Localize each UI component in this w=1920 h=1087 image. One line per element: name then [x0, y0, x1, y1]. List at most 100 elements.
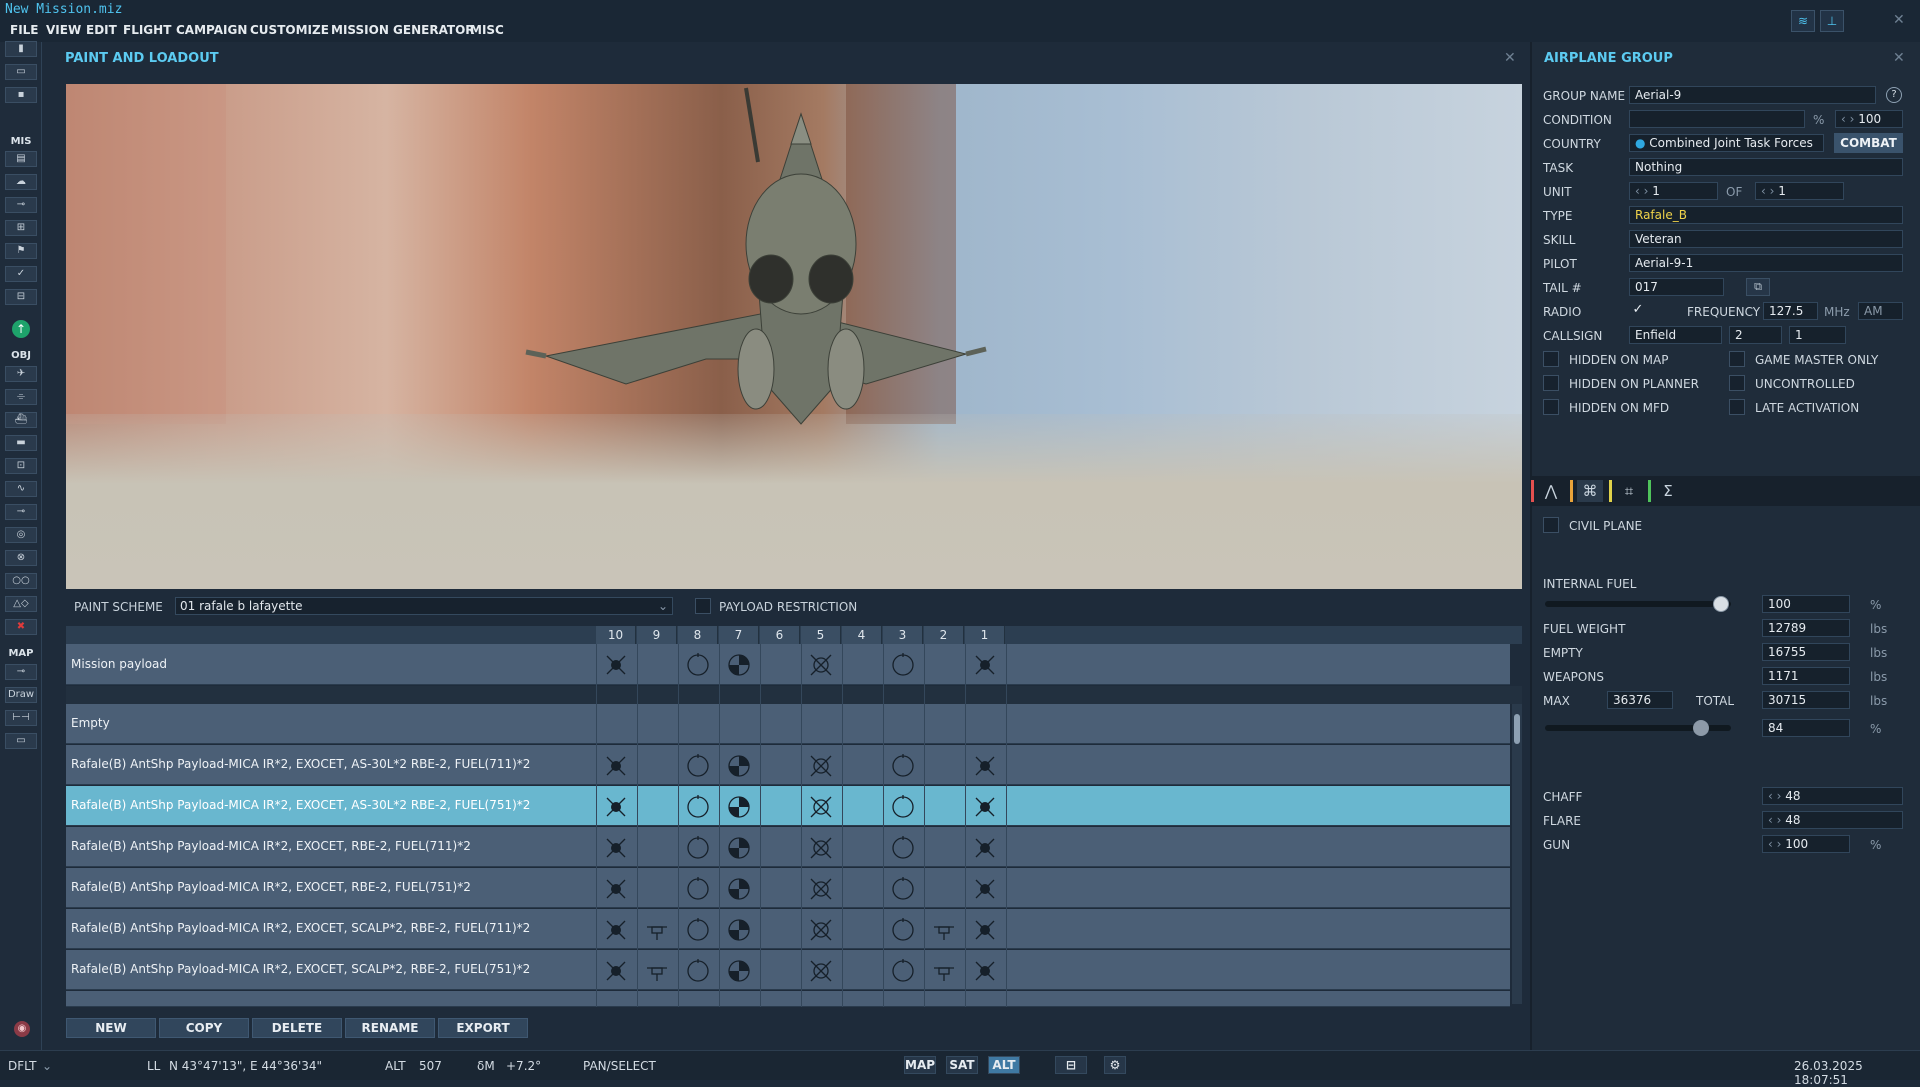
record-icon[interactable]: ◉ — [14, 1021, 30, 1037]
pylon-store-icon[interactable] — [686, 795, 710, 819]
pylon-store-icon[interactable] — [809, 836, 833, 860]
chaff-stepper[interactable]: ‹ › 48 — [1762, 787, 1903, 805]
callsign-number-1[interactable]: 2 — [1729, 326, 1782, 344]
modulation-select[interactable]: AM — [1858, 302, 1903, 320]
pylon-store-icon[interactable] — [973, 795, 997, 819]
condition-stepper[interactable]: ‹ › 100 — [1835, 110, 1903, 128]
copy-button[interactable]: COPY — [159, 1018, 249, 1038]
pylon-store-icon[interactable] — [973, 877, 997, 901]
menu-edit[interactable]: EDIT — [86, 23, 117, 37]
loadout-row[interactable]: Empty — [66, 704, 1510, 744]
wifi-icon[interactable]: ≋ — [1791, 10, 1815, 32]
paint-scheme-select[interactable]: 01 rafale b lafayette ⌄ — [175, 597, 673, 615]
profile-select[interactable]: DFLT — [8, 1059, 37, 1073]
loadout-row[interactable]: Rafale(B) AntShp Payload-MICA IR*2, EXOC… — [66, 950, 1510, 990]
summary-tab-icon[interactable]: Σ — [1655, 480, 1681, 502]
country-select[interactable]: ● Combined Joint Task Forces — [1629, 134, 1824, 152]
alt-button[interactable]: ALT — [988, 1056, 1020, 1074]
pylon-store-icon[interactable] — [604, 959, 628, 983]
pylon-store-icon[interactable] — [973, 653, 997, 677]
flare-stepper[interactable]: ‹ › 48 — [1762, 811, 1903, 829]
internal-fuel-slider[interactable] — [1545, 601, 1731, 607]
loadout-row[interactable]: Rafale(B) AntShp Payload-MICA IR*2, EXOC… — [66, 745, 1510, 785]
type-select[interactable]: Rafale_B — [1629, 206, 1903, 224]
hidden-on-map-checkbox[interactable] — [1543, 351, 1559, 367]
copy-tail-icon[interactable]: ⧉ — [1746, 278, 1770, 296]
uncontrolled-checkbox[interactable] — [1729, 375, 1745, 391]
menu-misc[interactable]: MISC — [470, 23, 504, 37]
pylon-store-icon[interactable] — [645, 918, 669, 942]
fuel-weight-value[interactable]: 12789 — [1762, 619, 1850, 637]
game-master-checkbox[interactable] — [1729, 351, 1745, 367]
internal-fuel-slider-knob[interactable] — [1713, 596, 1729, 612]
resources-icon[interactable]: ⊟ — [5, 289, 37, 305]
pylon-store-icon[interactable] — [604, 877, 628, 901]
loadout-tab-icon[interactable]: ⌘ — [1577, 480, 1603, 502]
pylon-store-icon[interactable] — [686, 754, 710, 778]
shapes-icon[interactable]: △◇ — [5, 596, 37, 612]
payload-restriction-checkbox[interactable] — [695, 598, 711, 614]
delete-icon[interactable]: ✖ — [5, 619, 37, 635]
pylon-store-icon[interactable] — [727, 959, 751, 983]
callsign-select[interactable]: Enfield — [1629, 326, 1722, 344]
civil-plane-checkbox[interactable] — [1543, 517, 1559, 533]
pylon-store-icon[interactable] — [604, 918, 628, 942]
pylon-store-icon[interactable] — [686, 653, 710, 677]
check-icon[interactable]: ✓ — [5, 266, 37, 282]
waypoint-icon[interactable]: ⊸ — [5, 504, 37, 520]
gun-stepper[interactable]: ‹ › 100 — [1762, 835, 1850, 853]
ruler-icon[interactable]: ⊢⊣ — [5, 710, 37, 726]
pylon-store-icon[interactable] — [727, 754, 751, 778]
aircraft-preview[interactable] — [66, 84, 1522, 589]
delete-button[interactable]: DELETE — [252, 1018, 342, 1038]
train-icon[interactable]: ∿ — [5, 481, 37, 497]
route-tab-icon[interactable]: ⋀ — [1538, 480, 1564, 502]
save-icon[interactable]: ▪ — [5, 87, 37, 103]
loadout-scrollbar[interactable] — [1512, 704, 1522, 1004]
pylon-store-icon[interactable] — [727, 795, 751, 819]
loadout-row[interactable]: Rafale(B) AntShp Payload-MICA IR*2, EXOC… — [66, 909, 1510, 949]
combat-button[interactable]: COMBAT — [1834, 133, 1903, 153]
pylon-store-icon[interactable] — [891, 877, 915, 901]
pylon-store-icon[interactable] — [604, 754, 628, 778]
pylon-store-icon[interactable] — [891, 836, 915, 860]
pylon-store-icon[interactable] — [809, 877, 833, 901]
pylon-store-icon[interactable] — [973, 959, 997, 983]
pylon-store-icon[interactable] — [604, 653, 628, 677]
menu-mission-generator[interactable]: MISSION GENERATOR — [331, 23, 475, 37]
loadout-row[interactable]: Rafale(B) AntShp Payload-MICA IR*2, EXOC… — [66, 868, 1510, 908]
condition-input[interactable] — [1629, 110, 1805, 128]
draw-button[interactable]: Draw — [5, 687, 37, 703]
helicopter-icon[interactable]: ⌯ — [5, 389, 37, 405]
pylon-store-icon[interactable] — [932, 918, 956, 942]
target-icon[interactable]: ◎ — [5, 527, 37, 543]
map-button[interactable]: MAP — [904, 1056, 936, 1074]
ship-icon[interactable]: ⛴ — [5, 412, 37, 428]
callsign-number-2[interactable]: 1 — [1789, 326, 1846, 344]
pilot-input[interactable]: Aerial-9-1 — [1629, 254, 1903, 272]
pylon-store-icon[interactable] — [686, 918, 710, 942]
pylon-store-icon[interactable] — [809, 918, 833, 942]
skill-select[interactable]: Veteran — [1629, 230, 1903, 248]
static-object-icon[interactable]: ⊡ — [5, 458, 37, 474]
key-icon[interactable]: ⊸ — [5, 664, 37, 680]
menu-campaign[interactable]: CAMPAIGN — [176, 23, 247, 37]
pylon-store-icon[interactable] — [891, 959, 915, 983]
menu-view[interactable]: VIEW — [46, 23, 81, 37]
sat-button[interactable]: SAT — [946, 1056, 978, 1074]
pylon-store-icon[interactable] — [727, 918, 751, 942]
pylon-store-icon[interactable] — [686, 959, 710, 983]
loadout-row-partial[interactable] — [66, 991, 1510, 1007]
mission-payload-row[interactable]: Mission payload — [66, 644, 1510, 685]
group-icon[interactable]: ○○ — [5, 573, 37, 589]
pylon-store-icon[interactable] — [686, 836, 710, 860]
airplane-icon[interactable]: ✈ — [5, 366, 37, 382]
antenna-icon[interactable]: ⊥ — [1820, 10, 1844, 32]
pylon-store-icon[interactable] — [686, 877, 710, 901]
menu-file[interactable]: FILE — [10, 23, 39, 37]
task-select[interactable]: Nothing — [1629, 158, 1903, 176]
layers-icon[interactable]: ⊟ — [1055, 1056, 1087, 1074]
radio-checkbox[interactable]: ✓ — [1630, 302, 1646, 318]
hidden-on-planner-checkbox[interactable] — [1543, 375, 1559, 391]
frequency-input[interactable]: 127.5 — [1763, 302, 1818, 320]
